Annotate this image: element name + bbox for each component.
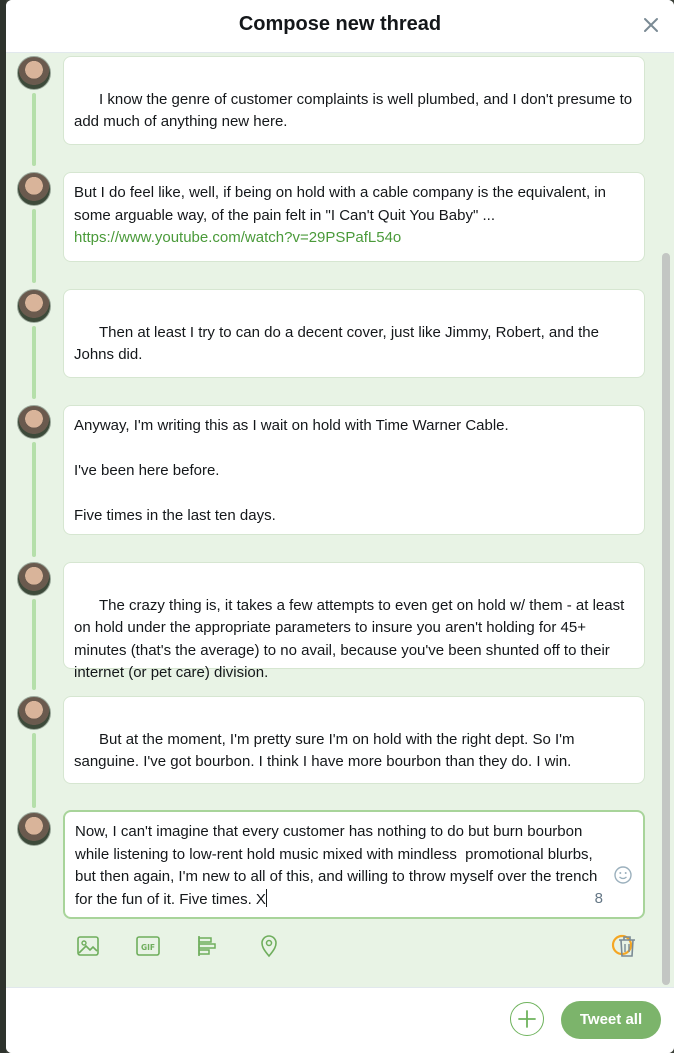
- close-icon[interactable]: [640, 14, 662, 36]
- thread-tweet[interactable]: I know the genre of customer complaints …: [63, 56, 645, 145]
- thread-connector: [32, 733, 36, 808]
- emoji-icon[interactable]: [613, 820, 633, 884]
- text-cursor: [265, 888, 267, 907]
- compose-thread-modal: Compose new thread I know the genre of c…: [6, 0, 674, 1053]
- thread-tweet[interactable]: Anyway, I'm writing this as I wait on ho…: [63, 405, 645, 535]
- image-icon[interactable]: [75, 933, 101, 959]
- thread-tweet[interactable]: The crazy thing is, it takes a few attem…: [63, 562, 645, 681]
- trash-icon[interactable]: [614, 933, 640, 959]
- thread-tweet[interactable]: But at the moment, I'm pretty sure I'm o…: [63, 696, 645, 784]
- avatar: [17, 56, 51, 90]
- svg-text:GIF: GIF: [141, 943, 155, 952]
- tweet-text: Then at least I try to can do a decent c…: [74, 323, 604, 364]
- location-icon[interactable]: [256, 933, 282, 959]
- poll-icon[interactable]: [195, 933, 221, 959]
- tweet-all-button[interactable]: Tweet all: [561, 1001, 661, 1039]
- progress-ring-icon: [611, 889, 633, 956]
- avatar: [17, 289, 51, 323]
- tweet-text: Anyway, I'm writing this as I wait on ho…: [74, 417, 509, 524]
- thread-connector: [32, 93, 36, 166]
- thread-connector: [32, 442, 36, 557]
- thread-list: I know the genre of customer complaints …: [6, 53, 674, 987]
- avatar: [17, 812, 51, 846]
- modal-header: Compose new thread: [6, 0, 674, 53]
- plus-icon[interactable]: [510, 1002, 544, 1036]
- modal-title: Compose new thread: [238, 13, 442, 35]
- avatar: [17, 562, 51, 596]
- tweet-link[interactable]: https://www.youtube.com/watch?v=29PSPafL…: [74, 229, 401, 246]
- thread-tweet[interactable]: But I do feel like, well, if being on ho…: [63, 172, 645, 262]
- composer-text: Now, I can't imagine that every customer…: [75, 823, 602, 908]
- scrollbar-thumb[interactable]: [662, 253, 670, 985]
- avatar: [17, 172, 51, 206]
- thread-tweet[interactable]: Then at least I try to can do a decent c…: [63, 289, 645, 378]
- thread-connector: [32, 599, 36, 690]
- thread-connector: [32, 326, 36, 399]
- modal-footer: Tweet all: [6, 987, 674, 1053]
- avatar: [17, 405, 51, 439]
- tweet-text: The crazy thing is, it takes a few attem…: [74, 596, 629, 682]
- thread-connector: [32, 209, 36, 283]
- gif-icon[interactable]: GIF: [135, 933, 161, 959]
- tweet-composer-input[interactable]: Now, I can't imagine that every customer…: [63, 810, 645, 956]
- avatar: [17, 696, 51, 730]
- tweet-text: But at the moment, I'm pretty sure I'm o…: [74, 730, 579, 771]
- tweet-text: I know the genre of customer complaints …: [74, 90, 637, 131]
- character-counter: 8: [594, 889, 603, 907]
- tweet-text: But I do feel like, well, if being on ho…: [74, 184, 611, 224]
